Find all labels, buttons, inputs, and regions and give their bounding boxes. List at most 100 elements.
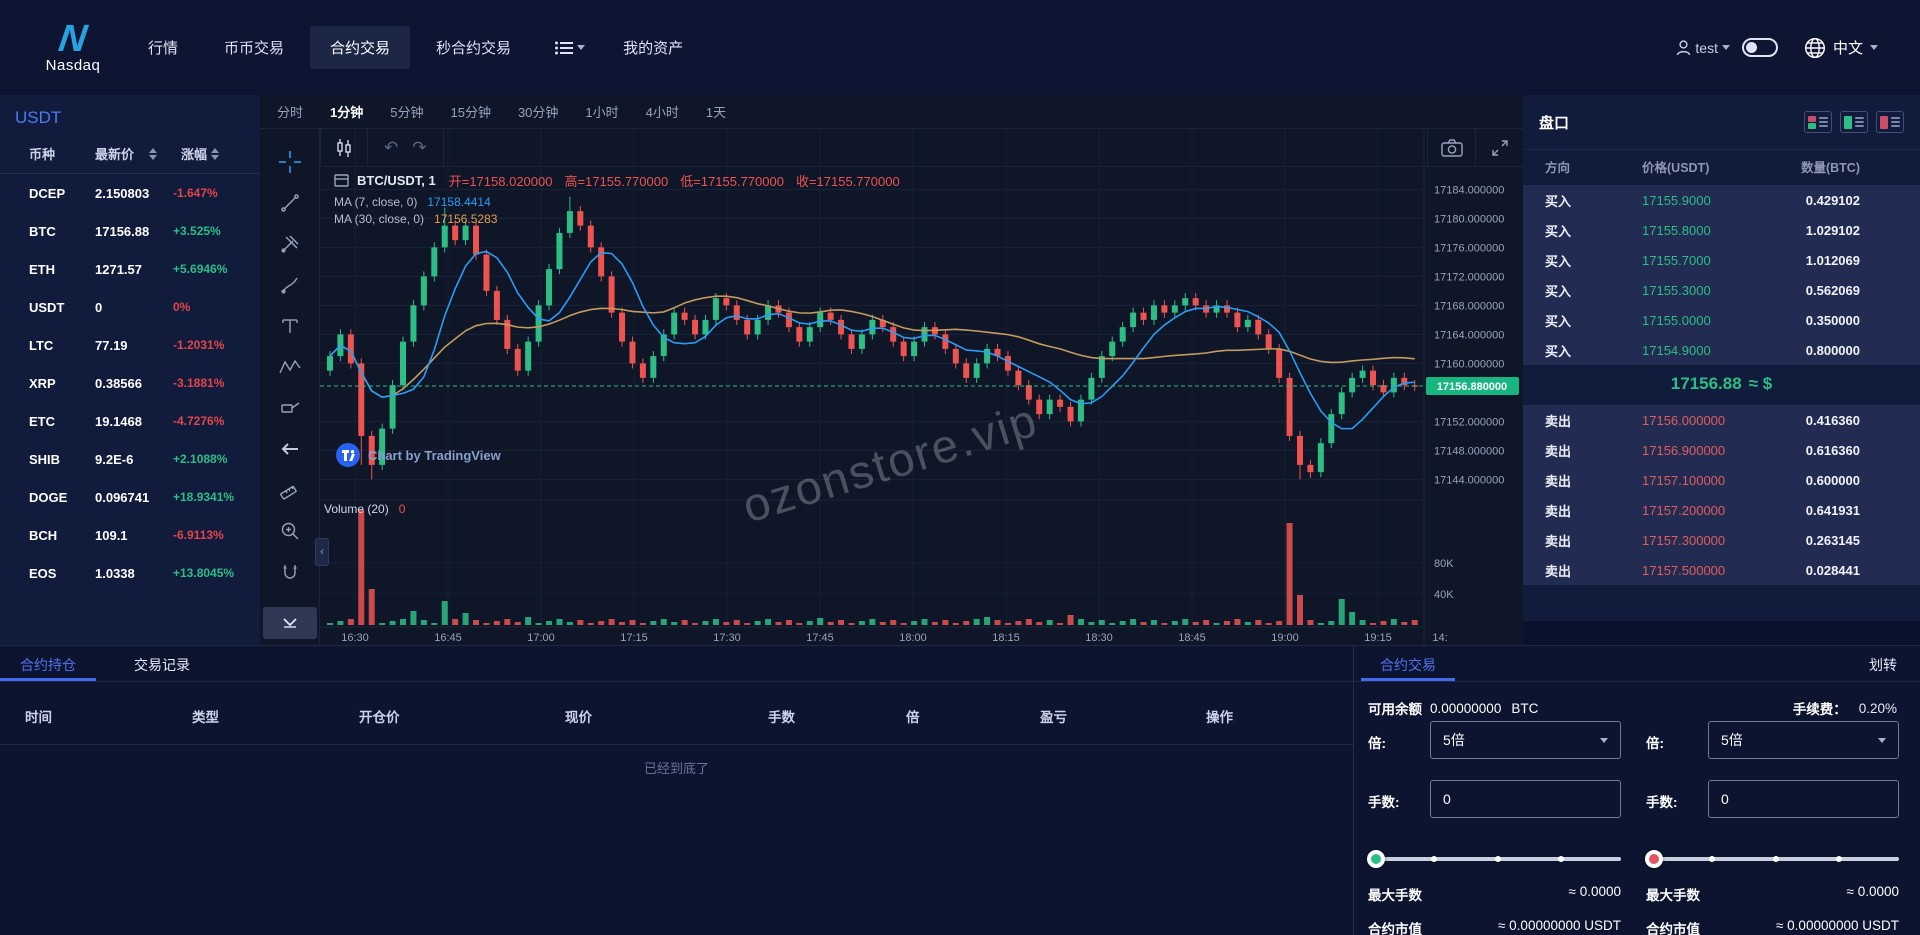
positions-column: 类型 — [192, 706, 219, 726]
balance-unit: BTC — [1511, 701, 1538, 716]
orderbook-buy-row[interactable]: 买入 17155.9000 0.429102 — [1523, 185, 1920, 215]
timeframe-tab[interactable]: 15分钟 — [450, 102, 490, 121]
market-value: ≈ 0.00000000 USDT — [1498, 918, 1621, 935]
orderbook-sell-row[interactable]: 卖出 17156.000000 0.416360 — [1523, 405, 1920, 435]
more-menu-button[interactable] — [537, 41, 603, 55]
coin-change: -3.1881% — [173, 376, 224, 390]
crosshair-tool[interactable] — [260, 141, 319, 182]
attribution-text: Chart by TradingView — [368, 448, 501, 463]
coin-row[interactable]: DOGE 0.096741 +18.9341% — [0, 478, 260, 516]
coin-price: 9.2E-6 — [95, 452, 173, 467]
pane-collapse-button[interactable]: ‹ — [315, 538, 329, 566]
timeframe-tab[interactable]: 分时 — [277, 102, 303, 121]
max-lots-row: 最大手数≈ 0.0000 — [1646, 884, 1899, 904]
view-buys-icon[interactable] — [1840, 111, 1868, 133]
orderbook-sell-row[interactable]: 卖出 17157.300000 0.263145 — [1523, 525, 1920, 555]
balance-value: 0.00000000 — [1430, 701, 1501, 716]
view-sells-icon[interactable] — [1876, 111, 1904, 133]
brush-tool[interactable] — [260, 264, 319, 305]
positions-column: 时间 — [25, 706, 52, 726]
coin-price: 77.19 — [95, 338, 173, 353]
positions-tab[interactable]: 交易记录 — [114, 646, 210, 681]
orderbook-buy-row[interactable]: 买入 17155.7000 1.012069 — [1523, 245, 1920, 275]
market-value: ≈ 0.00000000 USDT — [1776, 918, 1899, 935]
coin-row[interactable]: DCEP 2.150803 -1.647% — [0, 174, 260, 212]
transfer-link[interactable]: 划转 — [1869, 646, 1920, 681]
candlestick-chart[interactable]: 17184.00000017180.00000017176.0000001717… — [320, 129, 1523, 645]
timeframe-tab[interactable]: 30分钟 — [518, 102, 558, 121]
zoom-tool[interactable] — [260, 510, 319, 551]
trendline-tool[interactable] — [260, 182, 319, 223]
nav-item[interactable]: 行情 — [128, 26, 198, 69]
view-both-icon[interactable] — [1804, 111, 1832, 133]
coin-row[interactable]: BTC 17156.88 +3.525% — [0, 212, 260, 250]
trade-tab[interactable]: 合约交易 — [1361, 646, 1455, 681]
coin-row[interactable]: USDT 0 0% — [0, 288, 260, 326]
nav-item-assets[interactable]: 我的资产 — [603, 26, 703, 69]
orderbook-sell-row[interactable]: 卖出 17156.900000 0.616360 — [1523, 435, 1920, 465]
orderbook-sell-row[interactable]: 卖出 17157.200000 0.641931 — [1523, 495, 1920, 525]
leverage-select[interactable]: 5倍 — [1708, 721, 1899, 759]
buy-form: 倍: 5倍 手数: 最大手数≈ 0.0000 合约市值≈ 0.00000000 … — [1368, 721, 1621, 935]
coin-row[interactable]: XRP 0.38566 -3.1881% — [0, 364, 260, 402]
pitchfork-tool[interactable] — [260, 223, 319, 264]
coin-row[interactable]: SHIB 9.2E-6 +2.1088% — [0, 440, 260, 478]
market-tab-usdt[interactable]: USDT — [0, 108, 260, 128]
sort-icon[interactable] — [149, 148, 157, 160]
timeframe-tab[interactable]: 4小时 — [646, 102, 679, 121]
coin-row[interactable]: LTC 77.19 -1.2031% — [0, 326, 260, 364]
orderbook-view-switcher — [1804, 111, 1904, 133]
coin-row[interactable]: EOS 1.0338 +13.8045% — [0, 554, 260, 592]
coin-row[interactable]: ETC 19.1468 -4.7276% — [0, 402, 260, 440]
svg-text:17184.000000: 17184.000000 — [1434, 184, 1504, 196]
sort-icon[interactable] — [211, 148, 219, 160]
orderbook-buy-row[interactable]: 买入 17155.0000 0.350000 — [1523, 305, 1920, 335]
timeframe-tab[interactable]: 1天 — [706, 102, 726, 121]
buy-price: 17155.8000 — [1642, 223, 1792, 238]
slider-handle[interactable] — [1367, 850, 1385, 868]
nav-item[interactable]: 币币交易 — [204, 26, 304, 69]
logo[interactable]: N Nasdaq — [30, 21, 116, 74]
nav-item[interactable]: 秒合约交易 — [416, 26, 531, 69]
svg-text:18:45: 18:45 — [1178, 632, 1206, 644]
positions-tab[interactable]: 合约持仓 — [0, 646, 96, 681]
text-tool[interactable] — [260, 305, 319, 346]
magnet-tool[interactable] — [260, 551, 319, 592]
buy-price: 17155.0000 — [1642, 313, 1792, 328]
coin-row[interactable]: BCH 109.1 -6.9113% — [0, 516, 260, 554]
market-list-header: 币种 最新价 涨幅 — [0, 134, 260, 174]
leverage-select[interactable]: 5倍 — [1430, 721, 1621, 759]
coin-name: SHIB — [29, 452, 95, 467]
timeframe-bar: 分时 1分钟 5分钟 15分钟 30分钟 1小时 4小时 1天 — [260, 95, 1523, 129]
toolbar-expand-button[interactable] — [263, 607, 317, 639]
amount-slider[interactable] — [1368, 850, 1621, 868]
tradingview-attribution[interactable]: Chart by TradingView — [336, 443, 501, 467]
timeframe-tab[interactable]: 5分钟 — [390, 102, 423, 121]
amount-slider[interactable] — [1646, 850, 1899, 868]
coin-change: +2.1088% — [173, 452, 227, 466]
orderbook-sell-row[interactable]: 卖出 17157.500000 0.028441 — [1523, 555, 1920, 585]
orderbook-buy-row[interactable]: 买入 17155.3000 0.562069 — [1523, 275, 1920, 305]
ruler-tool[interactable] — [260, 469, 319, 510]
orderbook-buy-row[interactable]: 买入 17154.9000 0.800000 — [1523, 335, 1920, 365]
timeframe-tab[interactable]: 1小时 — [585, 102, 618, 121]
lots-input[interactable] — [1430, 780, 1621, 818]
lots-input[interactable] — [1708, 780, 1899, 818]
forecast-tool[interactable] — [260, 387, 319, 428]
max-lots-value: ≈ 0.0000 — [1847, 884, 1899, 904]
theme-toggle[interactable] — [1742, 38, 1778, 57]
user-menu[interactable]: test — [1676, 40, 1730, 56]
coin-change: -4.7276% — [173, 414, 224, 428]
slider-handle[interactable] — [1645, 850, 1663, 868]
column-coin: 币种 — [29, 144, 95, 163]
market-value-row: 合约市值≈ 0.00000000 USDT — [1646, 918, 1899, 935]
nav-item[interactable]: 合约交易 — [310, 26, 410, 69]
coin-row[interactable]: ETH 1271.57 +5.6946% — [0, 250, 260, 288]
orderbook-buy-row[interactable]: 买入 17155.8000 1.029102 — [1523, 215, 1920, 245]
ma7-legend: MA (7, close, 0)17158.4414 — [334, 195, 491, 209]
language-selector[interactable]: 中文 — [1804, 37, 1878, 59]
timeframe-tab[interactable]: 1分钟 — [330, 102, 363, 121]
pattern-tool[interactable] — [260, 346, 319, 387]
arrow-left-icon[interactable] — [260, 428, 319, 469]
orderbook-sell-row[interactable]: 卖出 17157.100000 0.600000 — [1523, 465, 1920, 495]
